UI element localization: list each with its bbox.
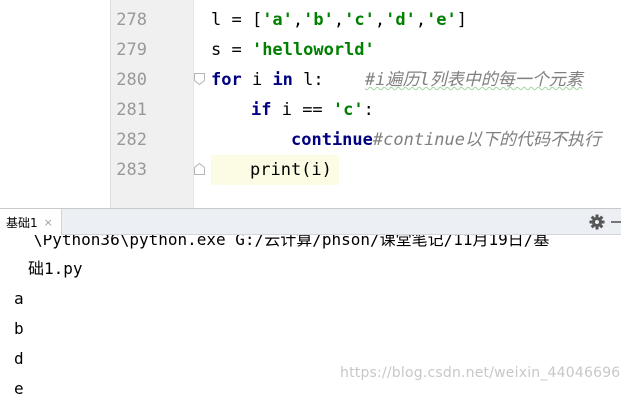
code-line-current[interactable]: 283 print(i) (0, 155, 621, 185)
console-output-line: d (14, 349, 24, 368)
code-text: s = 'helloworld' (211, 40, 375, 60)
code-editor[interactable]: 278 l = ['a','b','c','d','e'] 279 s = 'h… (0, 0, 621, 208)
code-line[interactable]: 281 if i == 'c': (0, 95, 621, 125)
run-tab[interactable]: 基础1 × (0, 209, 62, 235)
code-text: if i == 'c': (251, 100, 374, 120)
gear-icon[interactable] (588, 213, 606, 231)
close-icon[interactable]: × (44, 216, 53, 229)
watermark-text: https://blog.csdn.net/weixin_44046696 (340, 365, 621, 381)
run-tool-window-header: 基础1 × (0, 208, 621, 235)
line-number: 282 (116, 130, 147, 150)
line-number: 283 (116, 160, 147, 180)
code-text: print(i) (211, 155, 339, 185)
line-number: 278 (116, 10, 147, 30)
code-line[interactable]: 282 continue#continue以下的代码不执行 (0, 125, 621, 155)
code-comment: #i遍历l列表中的每一个元素 (365, 70, 583, 90)
code-line[interactable]: 278 l = ['a','b','c','d','e'] (0, 5, 621, 35)
console-output-line: e (14, 379, 24, 395)
line-number: 281 (116, 100, 147, 120)
line-number: 280 (116, 70, 147, 90)
console-output-line: b (14, 319, 24, 338)
line-number: 279 (116, 40, 147, 60)
code-text: continue#continue以下的代码不执行 (291, 130, 602, 150)
run-console-output[interactable]: \Python36\python.exe G:/云计算/phson/课堂笔记/1… (0, 235, 621, 395)
fold-marker-icon[interactable] (194, 73, 205, 85)
code-line[interactable]: 280 for i in l: #i遍历l列表中的每一个元素 (0, 65, 621, 95)
console-command-line-cont: 础1.py (28, 259, 83, 278)
console-command-line: \Python36\python.exe G:/云计算/phson/课堂笔记/1… (33, 235, 550, 249)
run-tab-label: 基础1 (6, 215, 38, 230)
code-text: for i in l: (211, 70, 324, 90)
fold-marker-icon[interactable] (194, 163, 205, 175)
code-text: l = ['a','b','c','d','e'] (211, 10, 468, 30)
code-line[interactable]: 279 s = 'helloworld' (0, 35, 621, 65)
hide-icon[interactable] (611, 221, 621, 223)
console-output-line: a (14, 289, 24, 308)
